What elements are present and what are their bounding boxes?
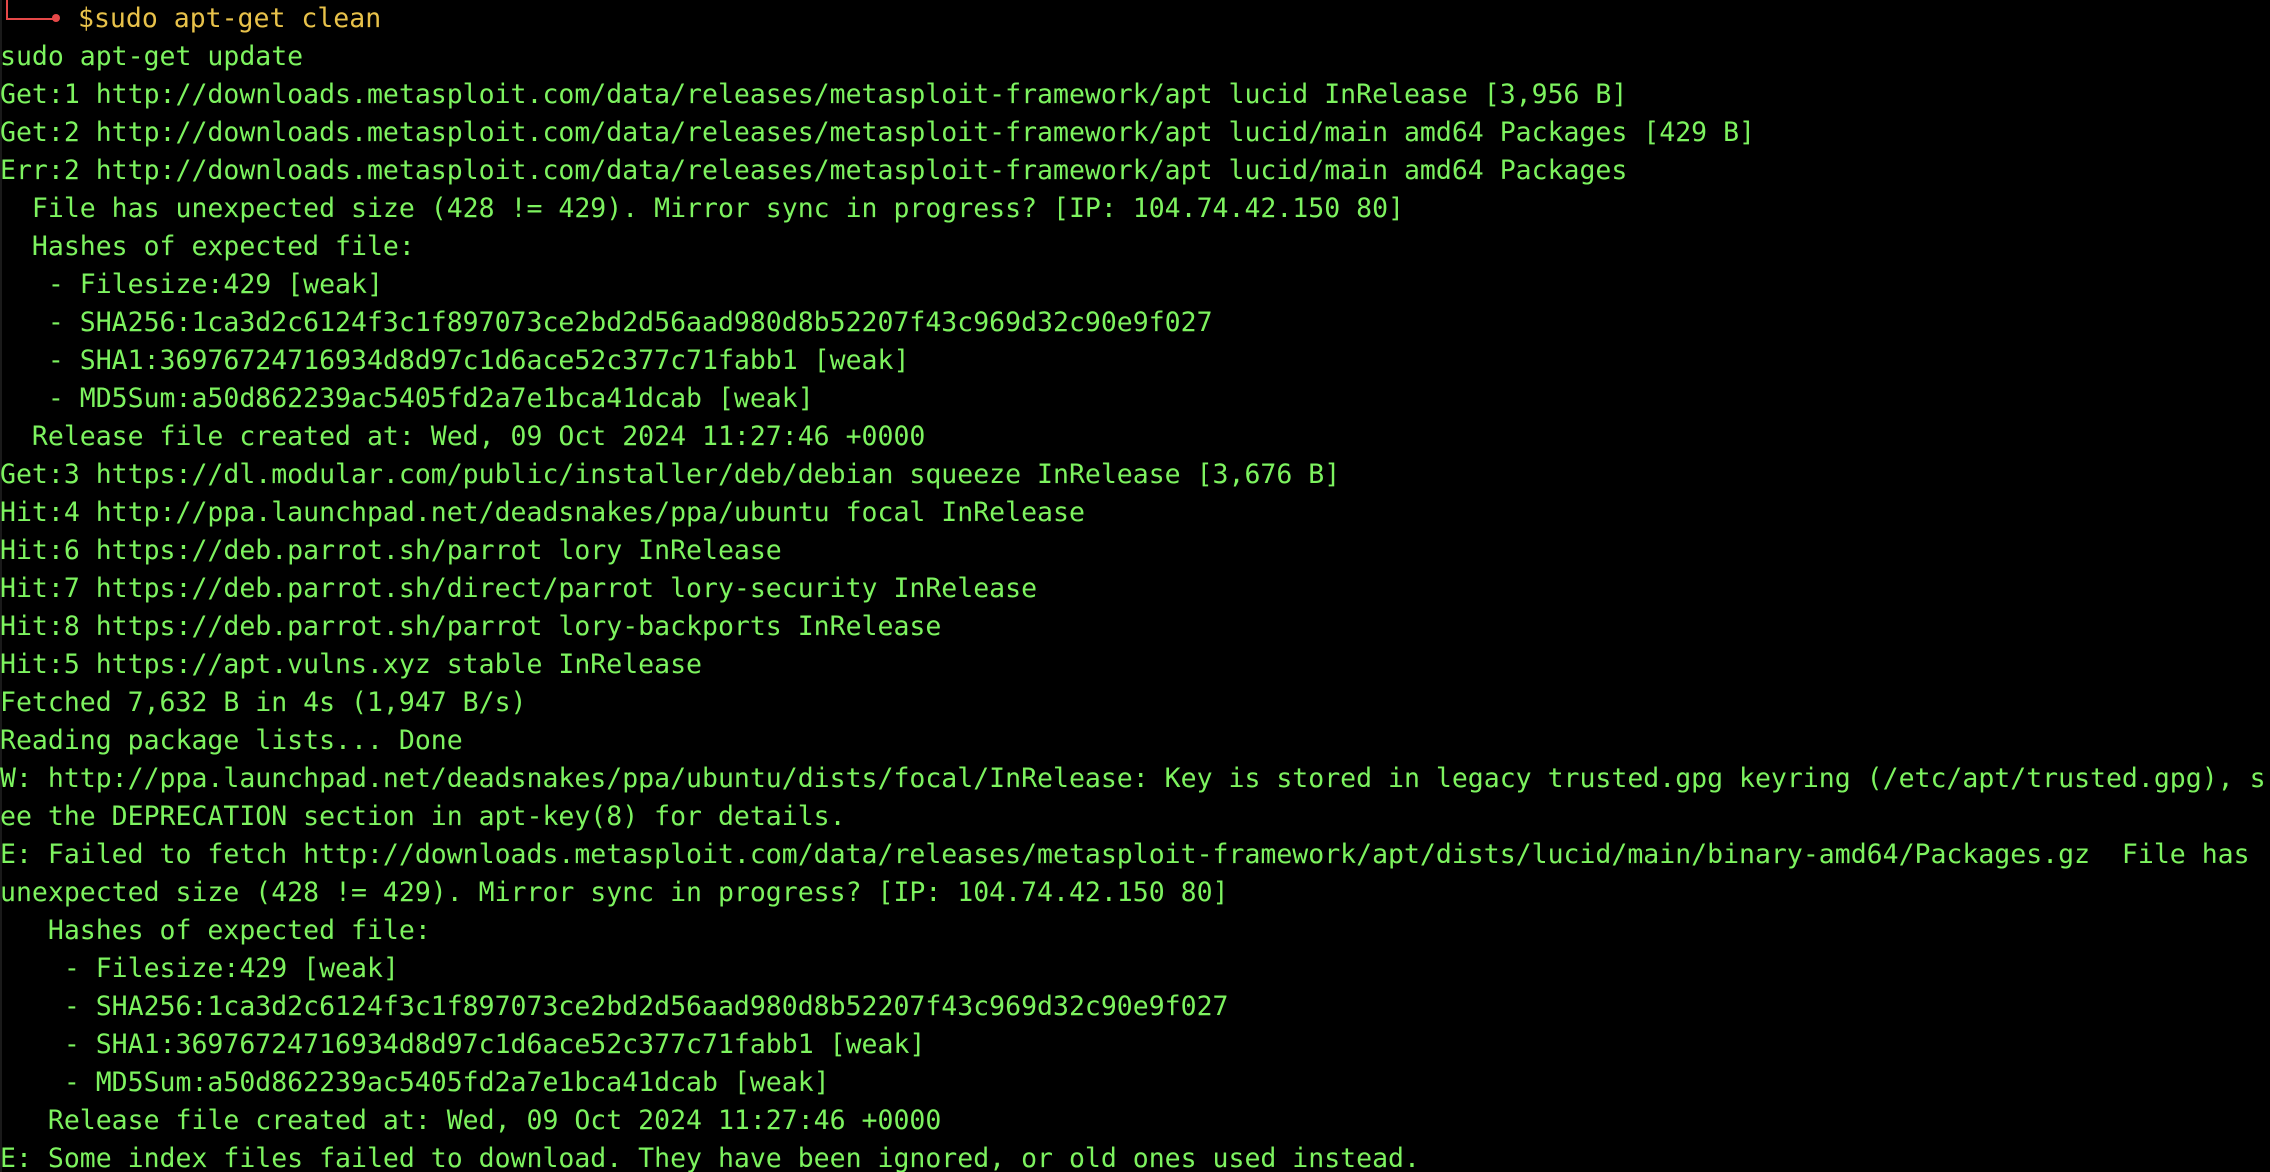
output-line: unexpected size (428 != 429). Mirror syn… xyxy=(0,877,1229,908)
prompt-symbol: $ xyxy=(78,3,94,34)
output-line: Reading package lists... Done xyxy=(0,725,463,756)
output-line: ee the DEPRECATION section in apt-key(8)… xyxy=(0,801,846,832)
output-line: - Filesize:429 [weak] xyxy=(0,953,399,984)
output-line: Release file created at: Wed, 09 Oct 202… xyxy=(0,421,926,452)
output-line: - SHA256:1ca3d2c6124f3c1f897073ce2bd2d56… xyxy=(0,991,1229,1022)
output-line: - SHA1:36976724716934d8d97c1d6ace52c377c… xyxy=(0,1029,926,1060)
output-line: - MD5Sum:a50d862239ac5405fd2a7e1bca41dca… xyxy=(0,383,814,414)
output-line: Hit:5 https://apt.vulns.xyz stable InRel… xyxy=(0,649,702,680)
output-line: Hit:8 https://deb.parrot.sh/parrot lory-… xyxy=(0,611,942,642)
output-line: - SHA1:36976724716934d8d97c1d6ace52c377c… xyxy=(0,345,910,376)
prompt-command-text: $sudo apt-get clean xyxy=(78,0,381,38)
output-line: File has unexpected size (428 != 429). M… xyxy=(0,193,1404,224)
output-line: Hashes of expected file: xyxy=(0,231,415,262)
output-line: Get:1 http://downloads.metasploit.com/da… xyxy=(0,79,1628,110)
output-line: Err:2 http://downloads.metasploit.com/da… xyxy=(0,155,1628,186)
prompt-line: $sudo apt-get clean xyxy=(0,0,2270,38)
prompt-corner-icon xyxy=(6,0,53,20)
output-line: - Filesize:429 [weak] xyxy=(0,269,383,300)
output-line: Get:2 http://downloads.metasploit.com/da… xyxy=(0,117,1755,148)
output-line: Hit:4 http://ppa.launchpad.net/deadsnake… xyxy=(0,497,1085,528)
output-line: Hit:6 https://deb.parrot.sh/parrot lory … xyxy=(0,535,782,566)
output-line: - SHA256:1ca3d2c6124f3c1f897073ce2bd2d56… xyxy=(0,307,1213,338)
terminal-output: $sudo apt-get clean sudo apt-get update … xyxy=(0,0,2270,1172)
prompt-command: sudo apt-get clean xyxy=(93,3,382,34)
output-line: Get:3 https://dl.modular.com/public/inst… xyxy=(0,459,1341,490)
output-line: sudo apt-get update xyxy=(0,41,304,72)
output-line: W: http://ppa.launchpad.net/deadsnakes/p… xyxy=(0,763,2266,794)
output-line: E: Some index files failed to download. … xyxy=(0,1143,1420,1172)
terminal-window[interactable]: $sudo apt-get clean sudo apt-get update … xyxy=(0,0,2270,1172)
output-line: - MD5Sum:a50d862239ac5405fd2a7e1bca41dca… xyxy=(0,1067,830,1098)
output-line: Hashes of expected file: xyxy=(0,915,431,946)
output-line: E: Failed to fetch http://downloads.meta… xyxy=(0,839,2250,870)
output-line: Release file created at: Wed, 09 Oct 202… xyxy=(0,1105,942,1136)
output-line: Hit:7 https://deb.parrot.sh/direct/parro… xyxy=(0,573,1038,604)
prompt-dot-icon xyxy=(52,14,60,22)
output-line: Fetched 7,632 B in 4s (1,947 B/s) xyxy=(0,687,527,718)
